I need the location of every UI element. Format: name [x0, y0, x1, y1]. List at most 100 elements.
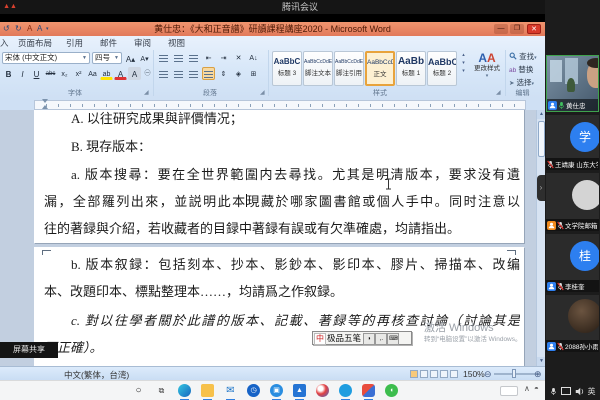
styles-gallery-scroll[interactable]: ▴▾▾ [459, 51, 468, 75]
grow-font-button[interactable]: A▴ [124, 52, 137, 65]
taskbar-lang-indicator[interactable]: 英 [588, 386, 596, 397]
task-view-icon[interactable]: ⧉ [155, 384, 168, 397]
screen-control-icon[interactable] [561, 387, 571, 395]
font-color-qat-icon[interactable]: A [27, 22, 32, 36]
sogou-input-icon[interactable] [362, 384, 375, 397]
scrollbar-thumb[interactable] [538, 121, 545, 157]
style-normal-selected[interactable]: AaBbCcDd 正文 [365, 51, 395, 86]
style-heading3[interactable]: AaBbC 标题 3 [272, 51, 302, 86]
underline-button[interactable]: U [30, 67, 43, 80]
character-shading-button[interactable]: A [128, 67, 141, 80]
participant-tile[interactable]: 文学院邮箱 [546, 173, 599, 231]
superscript-button[interactable]: x² [72, 67, 85, 80]
bold-button[interactable]: B [2, 67, 15, 80]
style-qat-icon[interactable]: A [37, 22, 42, 36]
font-name-select[interactable]: 宋体 (中文正文)▼ [2, 52, 90, 64]
ime-fullhalf-icon[interactable]: ◗ [363, 333, 375, 345]
photos-icon[interactable]: ▲ [293, 384, 306, 397]
qq-icon[interactable] [316, 384, 329, 397]
skype-icon[interactable] [339, 384, 352, 397]
participant-tile[interactable]: 学 王靖康 山东大学 [546, 115, 599, 170]
zoom-out-button[interactable]: ⊖ [484, 368, 492, 380]
sidebar-collapse-handle[interactable]: › [537, 175, 545, 201]
align-center-button[interactable] [172, 67, 185, 80]
replace-button[interactable]: ab 替换 [509, 64, 533, 76]
decrease-indent-button[interactable]: ⇤ [202, 51, 215, 64]
ime-toolbar[interactable]: 中极品五笔 ◗,.⌨ [312, 331, 412, 345]
bullets-button[interactable] [157, 51, 170, 64]
style-heading2[interactable]: AaBbC 标题 2 [427, 51, 457, 86]
multilevel-list-button[interactable] [187, 51, 200, 64]
tab-page-layout[interactable]: 页面布局 [14, 37, 56, 49]
outline-view-button[interactable] [440, 370, 448, 378]
align-right-button[interactable] [187, 67, 200, 80]
tab-insert[interactable]: 入 [0, 37, 13, 49]
print-layout-view-button[interactable] [410, 370, 418, 378]
tencent-meeting-icon[interactable]: ▣ [270, 384, 283, 397]
web-layout-view-button[interactable] [430, 370, 438, 378]
shading-button[interactable]: ◈ [232, 67, 245, 80]
zoom-level[interactable]: 150% [463, 369, 485, 379]
battery-tray-icon[interactable] [500, 386, 518, 396]
numbering-button[interactable] [172, 51, 185, 64]
draft-view-button[interactable] [450, 370, 458, 378]
increase-indent-button[interactable]: ⇥ [217, 51, 230, 64]
sort-button[interactable]: A↓ [247, 51, 260, 64]
font-color-button[interactable]: A [114, 67, 127, 80]
speaker-icon[interactable] [575, 387, 584, 396]
select-button[interactable]: ➤ 选择▾ [509, 77, 534, 89]
file-explorer-icon[interactable] [201, 384, 214, 397]
shrink-font-button[interactable]: A▾ [138, 52, 151, 65]
justify-button[interactable] [202, 67, 215, 80]
word-title-bar[interactable]: ↺ ↻ A A ▾ 黄仕忠：《大和正音譜》研讀課程講座2020 - Micros… [0, 22, 545, 36]
scroll-up-icon[interactable]: ▲ [537, 110, 545, 119]
undo-icon[interactable]: ↺ [3, 22, 10, 36]
participant-tile[interactable]: 2088孙小雨 [546, 295, 599, 352]
scroll-down-icon[interactable]: ▼ [537, 357, 545, 366]
font-size-select[interactable]: 四号▼ [92, 52, 122, 64]
fullscreen-view-button[interactable] [420, 370, 428, 378]
wechat-icon[interactable]: ◖ [385, 384, 398, 397]
paragraph-dialog-launcher-icon[interactable]: ◢ [260, 90, 267, 97]
style-footnote-ref[interactable]: AaBbCcDdEe 脚注引用 [334, 51, 364, 86]
strikethrough-button[interactable]: abc [44, 67, 57, 80]
tray-network-icon[interactable]: ◓ [534, 384, 539, 393]
tab-references[interactable]: 引用 [62, 37, 87, 49]
clock-icon[interactable]: ◷ [247, 384, 260, 397]
tab-review[interactable]: 审阅 [130, 37, 155, 49]
change-case-button[interactable]: Aa [86, 67, 99, 80]
qat-dropdown-icon[interactable]: ▾ [46, 22, 49, 36]
participant-tile[interactable]: 桂 李桂奎 [546, 234, 599, 292]
tab-view[interactable]: 视图 [164, 37, 189, 49]
borders-button[interactable]: ⊞ [247, 67, 260, 80]
line-spacing-button[interactable]: ⇕ [217, 67, 230, 80]
tray-expand-icon[interactable]: ∧ [524, 384, 530, 393]
maximize-button[interactable]: ❐ [510, 24, 524, 34]
minimize-button[interactable]: — [494, 24, 508, 34]
edge-icon[interactable] [178, 384, 191, 397]
close-button[interactable]: ✕ [527, 24, 541, 34]
tab-mailings[interactable]: 邮件 [96, 37, 121, 49]
asian-layout-button[interactable]: ✕ [232, 51, 245, 64]
participant-tile-video[interactable]: 黄仕忠 [546, 55, 599, 112]
font-dialog-launcher-icon[interactable]: ◢ [144, 90, 151, 97]
italic-button[interactable]: I [16, 67, 29, 80]
indent-marker-icon[interactable] [42, 99, 48, 103]
indent-marker-icon[interactable] [42, 105, 48, 109]
mic-control-icon[interactable] [550, 387, 557, 396]
zoom-slider-thumb[interactable] [512, 369, 516, 378]
align-left-button[interactable] [157, 67, 170, 80]
find-button[interactable]: 查找▾ [509, 51, 537, 63]
ime-keyboard-icon[interactable]: ⌨ [387, 333, 399, 345]
ime-punct-icon[interactable]: ,. [375, 333, 387, 345]
style-footnote-text[interactable]: AaBbCcDdE 脚注文本 [303, 51, 333, 86]
redo-icon[interactable]: ↻ [15, 22, 22, 36]
watermark-line1: 激活 Windows [424, 322, 544, 335]
change-styles-button[interactable]: AA 更改样式 ▾ [470, 51, 504, 87]
zoom-in-button[interactable]: ⊕ [534, 368, 542, 380]
mail-icon[interactable]: ✉ [224, 384, 237, 397]
subscript-button[interactable]: x₂ [58, 67, 71, 80]
style-heading1[interactable]: AaBb 标题 1 [396, 51, 426, 86]
highlight-color-button[interactable]: ab [100, 67, 113, 80]
start-button[interactable]: ○ [132, 384, 145, 397]
